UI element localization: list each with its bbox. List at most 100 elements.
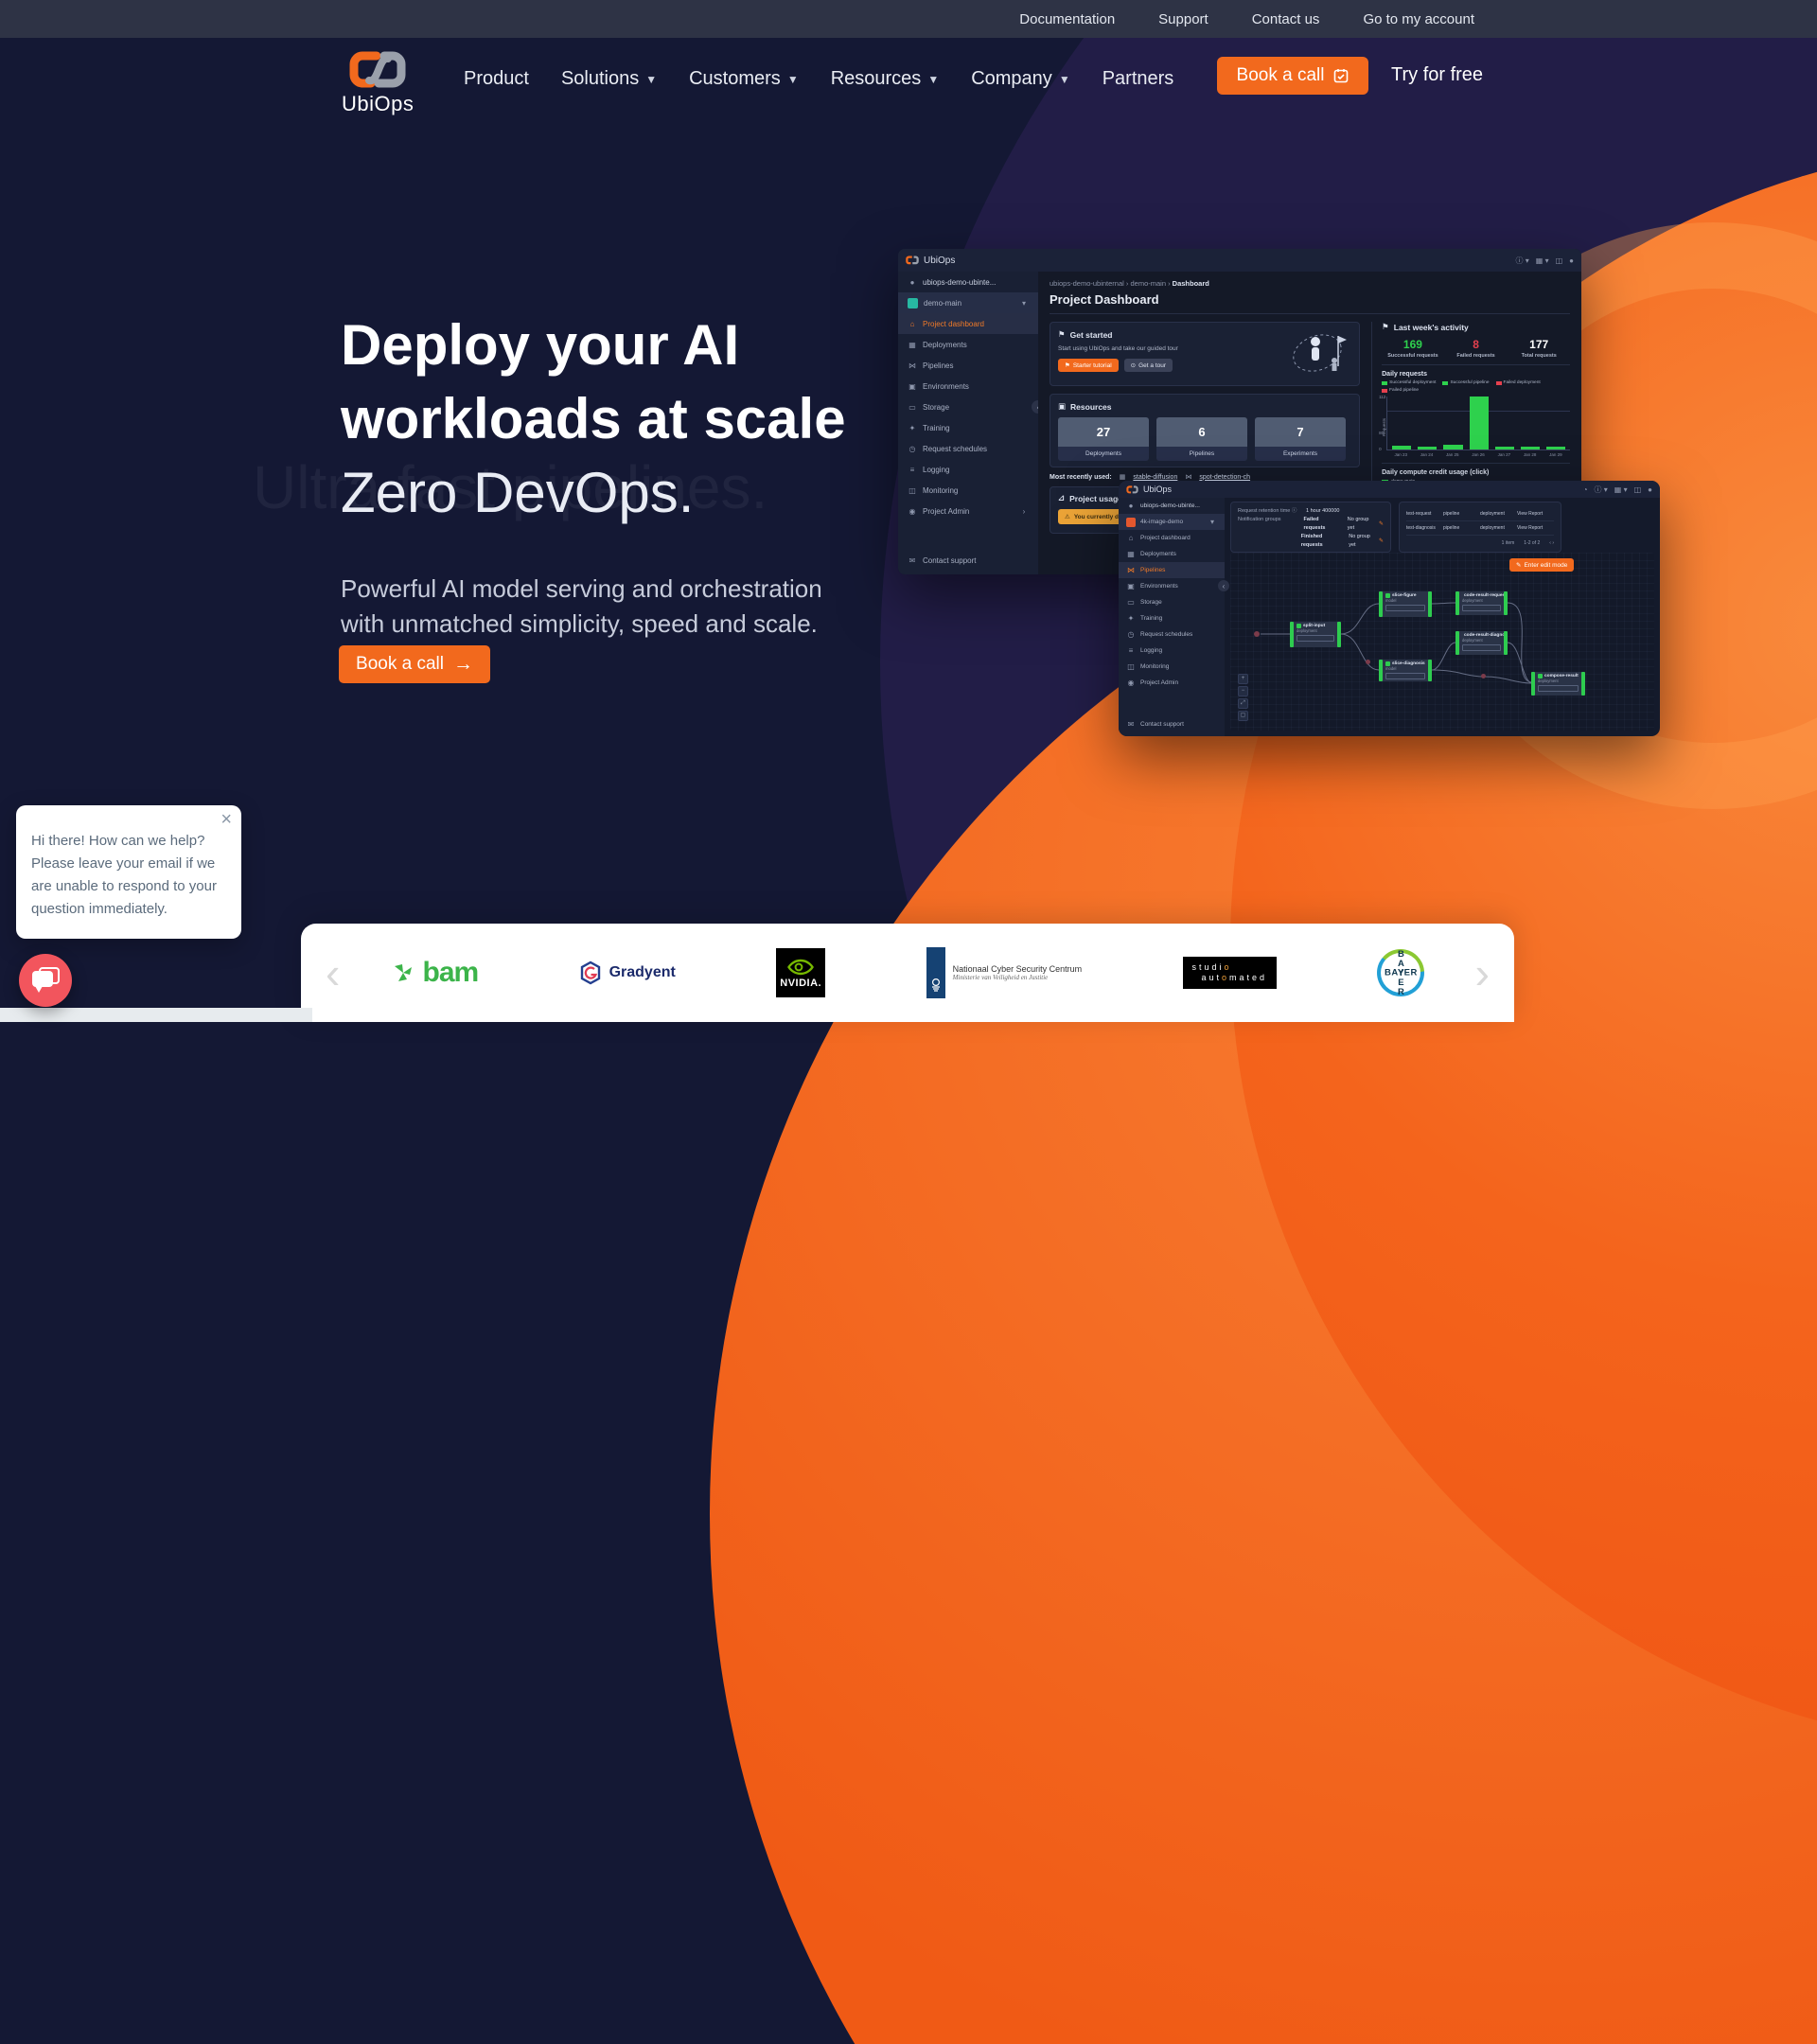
pipeline-node: slice-figuremodel xyxy=(1379,591,1432,617)
avatar: ● xyxy=(1648,485,1652,494)
deployments-icon: ▦ xyxy=(908,341,917,349)
link-my-account[interactable]: Go to my account xyxy=(1363,11,1474,27)
flag-icon: ⚑ xyxy=(1382,322,1389,332)
d1-sidebar-item-environments: ▣Environments xyxy=(898,376,1038,396)
chat-launcher-button[interactable] xyxy=(19,954,72,1007)
hero-title-line3: Zero DevOps. xyxy=(341,460,694,525)
storage-icon: ▭ xyxy=(908,403,917,412)
apps-icon: ▦ ▾ xyxy=(1536,256,1549,265)
nav-item-company[interactable]: Company▼ xyxy=(971,68,1070,90)
bam-icon xyxy=(391,960,415,985)
utility-bar: Documentation Support Contact us Go to m… xyxy=(0,0,1817,38)
chat-icon: ✉ xyxy=(908,556,917,565)
d1-brand: UbiOps xyxy=(924,256,955,266)
d1-sidebar-item-project-dashboard: ⌂Project dashboard xyxy=(898,313,1038,334)
carousel-next-arrow[interactable]: › xyxy=(1475,951,1490,995)
nav-item-solutions[interactable]: Solutions▼ xyxy=(561,68,657,90)
d1-stat-failed: 8Failed requests xyxy=(1445,338,1508,359)
d1-tile-pipelines: 6Pipelines xyxy=(1156,417,1247,461)
d2-sidebar-item-pipelines: ⋈Pipelines xyxy=(1119,562,1225,578)
link-support[interactable]: Support xyxy=(1158,11,1208,27)
partner-logo-nvidia: NVIDIA. xyxy=(776,948,825,997)
theme-icon: ◫ xyxy=(1634,485,1642,494)
d2-sidebar: ●ubiops-demo-ubinte... 4k-image-demo▾ ⌂P… xyxy=(1119,498,1225,736)
d1-tile-deployments: 27Deployments xyxy=(1058,417,1149,461)
d2-project: 4k-image-demo xyxy=(1140,519,1183,525)
d2-pipeline-canvas: split-inputdeployment slice-figuremodel … xyxy=(1230,553,1654,731)
zoom-out-icon: − xyxy=(1238,686,1248,696)
storage-icon: ▭ xyxy=(1126,598,1136,607)
pipeline-node: code-result-requestdeployment xyxy=(1455,591,1508,615)
pipeline-node: code-result-diagnosisdeployment xyxy=(1455,631,1508,655)
d1-resources-card: ▣Resources 27Deployments 6Pipelines 7Exp… xyxy=(1050,394,1360,467)
try-for-free-link[interactable]: Try for free xyxy=(1391,64,1483,86)
d1-account: ubiops-demo-ubinte... xyxy=(923,278,996,287)
project-color-icon xyxy=(908,298,918,308)
hero-subtitle: Powerful AI model serving and orchestrat… xyxy=(341,572,856,642)
chevron-down-icon: ▼ xyxy=(787,73,799,86)
book-call-button[interactable]: Book a call xyxy=(1217,57,1368,95)
d1-get-a-tour-button: ⊙Get a tour xyxy=(1124,359,1173,372)
d2-sidebar-item-project-admin: ◉Project Admin xyxy=(1119,675,1225,691)
d2-requests-table: test-requestpipelinedeploymentView Repor… xyxy=(1399,502,1561,553)
theme-icon: ◫ xyxy=(1556,256,1563,265)
info-icon: ⓘ ▾ xyxy=(1595,485,1608,495)
calendar-icon xyxy=(1333,68,1349,83)
arrow-right-icon: → xyxy=(453,653,473,676)
d1-starter-tutorial-button: ⚑Starter tutorial xyxy=(1058,359,1119,372)
nav-item-customers[interactable]: Customers▼ xyxy=(689,68,799,90)
environments-icon: ▣ xyxy=(908,382,917,391)
hero-book-call-button[interactable]: Book a call→ xyxy=(339,645,490,683)
pipeline-start-node xyxy=(1254,631,1260,637)
partners-carousel: ‹ bam Gradyent NVIDIA. Nationaal Cybe xyxy=(301,924,1514,1022)
chevron-down-icon: ▼ xyxy=(1059,73,1070,86)
link-documentation[interactable]: Documentation xyxy=(1019,11,1115,27)
chevron-down-icon: ▾ xyxy=(1019,299,1029,308)
chevron-down-icon: ▼ xyxy=(927,73,939,86)
nav-item-partners[interactable]: Partners xyxy=(1103,68,1174,90)
pagination-icons: ‹ › xyxy=(1549,540,1554,546)
table-row: test-diagnosispipelinedeploymentView Rep… xyxy=(1406,521,1554,536)
d1-sidebar-item-pipelines: ⋈Pipelines xyxy=(898,355,1038,376)
clock-icon: ◷ xyxy=(1126,630,1136,639)
user-icon: ● xyxy=(908,278,917,287)
chat-widget-card: × Hi there! How can we help? Please leav… xyxy=(16,805,241,939)
d2-sidebar-item-training: ✦Training xyxy=(1119,610,1225,626)
d1-sidebar-item-deployments: ▦Deployments xyxy=(898,334,1038,355)
zoom-in-icon: + xyxy=(1238,674,1248,684)
flag-icon: ⚑ xyxy=(1065,361,1070,369)
edit-pencil-icon: ✎ xyxy=(1516,561,1521,569)
chat-message: Hi there! How can we help? Please leave … xyxy=(31,830,226,921)
nav-item-resources[interactable]: Resources▼ xyxy=(831,68,940,90)
bell-icon: ◔ xyxy=(1583,485,1588,494)
canvas-zoom-toolbar: +−⤢▢ xyxy=(1238,674,1248,721)
d2-sidebar-collapse: ‹ xyxy=(1218,580,1229,591)
dashboard-screenshot-2: UbiOps ◔ⓘ ▾▦ ▾◫● ●ubiops-demo-ubinte... … xyxy=(1119,481,1660,736)
d1-page-title: Project Dashboard xyxy=(1050,292,1570,314)
d2-sidebar-item-monitoring: ◫Monitoring xyxy=(1119,659,1225,675)
home-icon: ⌂ xyxy=(1126,534,1136,542)
chart-icon: ⊿ xyxy=(1058,493,1065,503)
ubiops-logo[interactable]: UbiOps xyxy=(342,49,414,116)
carousel-prev-arrow[interactable]: ‹ xyxy=(326,951,340,995)
nvidia-eye-icon xyxy=(785,958,816,977)
logs-icon: ≡ xyxy=(1126,646,1136,655)
d1-sidebar-item-monitoring: ◫Monitoring xyxy=(898,480,1038,501)
link-contact-us[interactable]: Contact us xyxy=(1252,11,1320,27)
chevron-right-icon: › xyxy=(1019,507,1029,516)
d1-stat-successful: 169Successful requests xyxy=(1382,338,1444,359)
d1-breadcrumb: ubiops-demo-ubinternal › demo-main › Das… xyxy=(1050,279,1570,288)
d1-most-recently-used: Most recently used: ▦stable-diffusion ⋈s… xyxy=(1050,473,1360,481)
close-icon[interactable]: × xyxy=(221,809,232,831)
edit-pencil-icon: ✎ xyxy=(1379,520,1384,529)
nav-item-product[interactable]: Product xyxy=(464,68,529,90)
logs-icon: ≡ xyxy=(908,466,917,474)
d1-ubiops-logo-icon xyxy=(906,256,919,265)
d1-recent-link-2: spot-detection-ch xyxy=(1199,474,1250,481)
d2-sidebar-item-logging: ≡Logging xyxy=(1119,643,1225,659)
apps-icon: ▦ ▾ xyxy=(1614,485,1628,494)
home-icon: ⌂ xyxy=(908,320,917,328)
d1-project: demo-main xyxy=(924,299,961,308)
pipelines-icon: ⋈ xyxy=(908,361,917,370)
d1-illustration xyxy=(1279,325,1355,381)
